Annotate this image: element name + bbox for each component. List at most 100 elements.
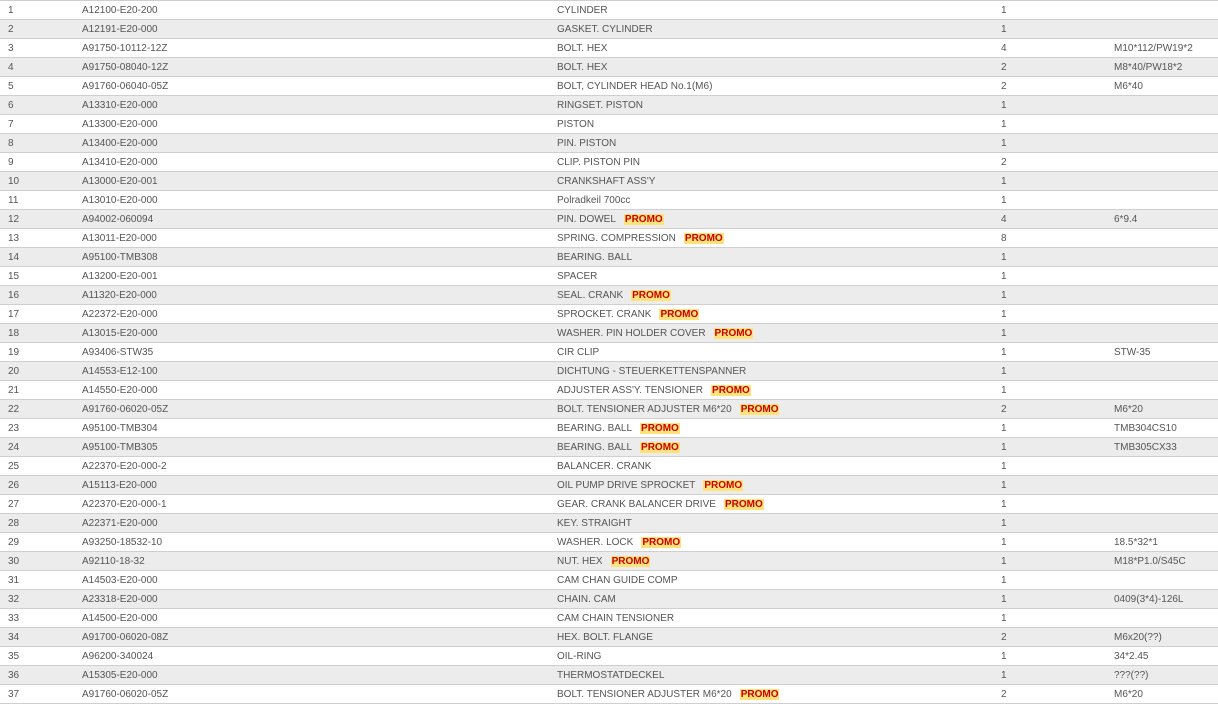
- promo-badge[interactable]: PROMO: [631, 289, 671, 301]
- quantity: 1: [1001, 308, 1007, 320]
- description-cell: BOLT. TENSIONER ADJUSTER M6*20 PROMO: [557, 684, 1001, 704]
- description: GEAR. CRANK BALANCER DRIVE: [557, 498, 716, 510]
- quantity-cell: 1: [1001, 0, 1114, 20]
- description: CIR CLIP: [557, 346, 600, 358]
- table-row[interactable]: 17 A22372-E20-000 SPROCKET. CRANK PROMO 1: [0, 304, 1218, 324]
- promo-badge[interactable]: PROMO: [713, 327, 754, 339]
- table-row[interactable]: 9 A13410-E20-000 CLIP. PISTON PIN 2: [0, 152, 1218, 172]
- part-number: A23318-E20-000: [82, 593, 158, 605]
- promo-badge[interactable]: PROMO: [739, 403, 780, 415]
- table-row[interactable]: 12 A94002-060094 PIN. DOWEL PROMO 4 6*9.4: [0, 209, 1218, 229]
- row-number: 27: [8, 498, 20, 510]
- table-row[interactable]: 34 A91700-06020-08Z HEX. BOLT. FLANGE 2 M6x2…: [0, 627, 1218, 647]
- table-row[interactable]: 10 A13000-E20-001 CRANKSHAFT ASS'Y 1: [0, 171, 1218, 191]
- table-row[interactable]: 32 A23318-E20-000 CHAIN. CAM 1 0409(3*4)-126…: [0, 589, 1218, 609]
- promo-badge[interactable]: PROMO: [610, 555, 651, 567]
- table-row[interactable]: 16 A11320-E20-000 SEAL. CRANK PROMO 1: [0, 285, 1218, 305]
- quantity: 1: [1001, 194, 1007, 206]
- table-row[interactable]: 30 A92110-18-32 NUT. HEX PROMO 1 M18*P1.0/S45…: [0, 551, 1218, 571]
- part-number-cell: A91760-06040-05Z: [82, 76, 557, 96]
- table-row[interactable]: 7 A13300-E20-000 PISTON 1: [0, 114, 1218, 134]
- table-row[interactable]: 6 A13310-E20-000 RINGSET. PISTON 1: [0, 95, 1218, 115]
- row-number: 6: [8, 99, 14, 111]
- table-row[interactable]: 2 A12191-E20-000 GASKET. CYLINDER 1: [0, 19, 1218, 39]
- table-row[interactable]: 14 A95100-TMB308 BEARING. BALL 1: [0, 247, 1218, 267]
- promo-badge[interactable]: PROMO: [659, 308, 700, 320]
- part-number: A13011-E20-000: [82, 232, 157, 244]
- promo-badge[interactable]: PROMO: [640, 441, 680, 453]
- note-cell: M6*20: [1114, 399, 1218, 419]
- table-row[interactable]: 26 A15113-E20-000 OIL PUMP DRIVE SPROCKET P…: [0, 475, 1218, 495]
- part-number-cell: A95100-TMB304: [82, 418, 557, 438]
- description-cell: CRANKSHAFT ASS'Y: [557, 171, 1001, 191]
- promo-badge[interactable]: PROMO: [711, 384, 751, 396]
- note: TMB304CS10: [1114, 422, 1177, 434]
- quantity-cell: 1: [1001, 646, 1114, 666]
- table-row[interactable]: 15 A13200-E20-001 SPACER 1: [0, 266, 1218, 286]
- table-row[interactable]: 20 A14553-E12-100 DICHTUNG - STEUERKETTENS…: [0, 361, 1218, 381]
- part-number-cell: A12191-E20-000: [82, 19, 557, 39]
- note-cell: [1114, 456, 1218, 476]
- row-number: 30: [8, 555, 20, 567]
- table-row[interactable]: 18 A13015-E20-000 WASHER. PIN HOLDER COVER…: [0, 323, 1218, 343]
- table-row[interactable]: 27 A22370-E20-000-1 GEAR. CRANK BALANCER D…: [0, 494, 1218, 514]
- table-row[interactable]: 5 A91760-06040-05Z BOLT, CYLINDER HEAD No.…: [0, 76, 1218, 96]
- quantity-cell: 1: [1001, 19, 1114, 39]
- row-number-cell: 32: [0, 589, 82, 609]
- promo-badge[interactable]: PROMO: [739, 688, 780, 700]
- promo-badge[interactable]: PROMO: [683, 232, 724, 244]
- quantity: 4: [1001, 213, 1007, 225]
- table-row[interactable]: 22 A91760-06020-05Z BOLT. TENSIONER ADJUST…: [0, 399, 1218, 419]
- table-row[interactable]: 19 A93406-STW35 CIR CLIP 1 STW-35: [0, 342, 1218, 362]
- promo-badge[interactable]: PROMO: [641, 536, 682, 548]
- row-number: 1: [8, 4, 14, 16]
- note-cell: [1114, 323, 1218, 343]
- description: CYLINDER: [557, 4, 608, 16]
- part-number-cell: A13011-E20-000: [82, 228, 557, 248]
- quantity-cell: 1: [1001, 361, 1114, 381]
- description-cell: PISTON: [557, 114, 1001, 134]
- promo-badge[interactable]: PROMO: [703, 479, 744, 491]
- table-row[interactable]: 4 A91750-08040-12Z BOLT. HEX 2 M8*40/PW18*2: [0, 57, 1218, 77]
- table-row[interactable]: 37 A91760-06020-05Z BOLT. TENSIONER ADJUST…: [0, 684, 1218, 704]
- parts-table-body: 1 A12100-E20-200 CYLINDER 1 2 A12191-E20-000 G…: [0, 0, 1218, 704]
- note: M6*20: [1114, 688, 1143, 700]
- table-row[interactable]: 13 A13011-E20-000 SPRING. COMPRESSION PROMO…: [0, 228, 1218, 248]
- table-row[interactable]: 29 A93250-18532-10 WASHER. LOCK PROMO 1 18.5*…: [0, 532, 1218, 552]
- row-number: 25: [8, 460, 20, 472]
- table-row[interactable]: 21 A14550-E20-000 ADJUSTER ASS'Y. TENSIONE…: [0, 380, 1218, 400]
- quantity-cell: 1: [1001, 323, 1114, 343]
- row-number-cell: 27: [0, 494, 82, 514]
- description-cell: CAM CHAIN TENSIONER: [557, 608, 1001, 628]
- table-row[interactable]: 33 A14500-E20-000 CAM CHAIN TENSIONER 1: [0, 608, 1218, 628]
- table-row[interactable]: 31 A14503-E20-000 CAM CHAN GUIDE COMP 1: [0, 570, 1218, 590]
- part-number-cell: A22372-E20-000: [82, 304, 557, 324]
- promo-badge[interactable]: PROMO: [623, 213, 664, 225]
- promo-badge[interactable]: PROMO: [640, 422, 680, 434]
- row-number-cell: 2: [0, 19, 82, 39]
- description-cell: Polradkeil 700cc: [557, 190, 1001, 210]
- table-row[interactable]: 24 A95100-TMB305 BEARING. BALL PROMO 1 TMB305…: [0, 437, 1218, 457]
- table-row[interactable]: 23 A95100-TMB304 BEARING. BALL PROMO 1 TMB304…: [0, 418, 1218, 438]
- part-number-cell: A94002-060094: [82, 209, 557, 229]
- row-number-cell: 3: [0, 38, 82, 58]
- table-row[interactable]: 11 A13010-E20-000 Polradkeil 700cc 1: [0, 190, 1218, 210]
- table-row[interactable]: 36 A15305-E20-000 THERMOSTATDECKEL 1 ???(??): [0, 665, 1218, 685]
- quantity-cell: 1: [1001, 304, 1114, 324]
- row-number-cell: 21: [0, 380, 82, 400]
- table-row[interactable]: 3 A91750-10112-12Z BOLT. HEX 4 M10*112/PW19*…: [0, 38, 1218, 58]
- table-row[interactable]: 35 A96200-340024 OIL-RING 1 34*2.45: [0, 646, 1218, 666]
- quantity-cell: 1: [1001, 171, 1114, 191]
- promo-badge[interactable]: PROMO: [723, 498, 764, 510]
- quantity-cell: 4: [1001, 209, 1114, 229]
- row-number: 10: [8, 175, 20, 187]
- row-number: 31: [8, 574, 20, 586]
- quantity-cell: 1: [1001, 95, 1114, 115]
- description-cell: PIN. PISTON: [557, 133, 1001, 153]
- part-number: A14550-E20-000: [82, 384, 158, 396]
- table-row[interactable]: 28 A22371-E20-000 KEY. STRAIGHT 1: [0, 513, 1218, 533]
- table-row[interactable]: 25 A22370-E20-000-2 BALANCER. CRANK 1: [0, 456, 1218, 476]
- quantity: 1: [1001, 175, 1007, 187]
- table-row[interactable]: 1 A12100-E20-200 CYLINDER 1: [0, 0, 1218, 20]
- table-row[interactable]: 8 A13400-E20-000 PIN. PISTON 1: [0, 133, 1218, 153]
